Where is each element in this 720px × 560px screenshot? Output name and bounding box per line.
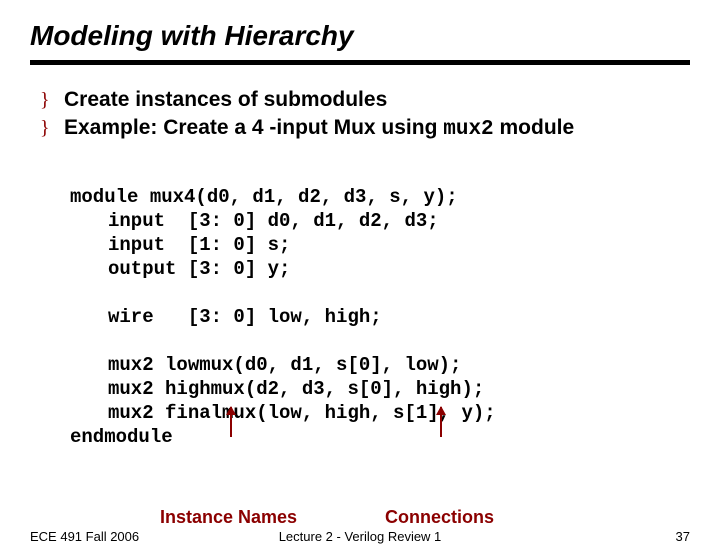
slide-title: Modeling with Hierarchy bbox=[30, 20, 690, 52]
connections-label: Connections bbox=[385, 507, 494, 528]
code-line: wire [3: 0] low, high; bbox=[70, 305, 690, 329]
bullet-icon: } bbox=[40, 87, 64, 113]
code-line: mux2 highmux(d2, d3, s[0], high); bbox=[70, 377, 690, 401]
bullet-text-post: module bbox=[494, 116, 575, 139]
footer-left: ECE 491 Fall 2006 bbox=[30, 529, 139, 544]
code-line: mux2 lowmux(d0, d1, s[0], low); bbox=[70, 353, 690, 377]
bullet-text: Example: Create a 4 -input Mux using mux… bbox=[64, 115, 574, 143]
code-line: input [1: 0] s; bbox=[70, 233, 690, 257]
code-line: module mux4(d0, d1, d2, d3, s, y); bbox=[70, 186, 458, 208]
bullet-text-mono: mux2 bbox=[443, 118, 493, 141]
footer-right: 37 bbox=[676, 529, 690, 544]
slide-footer: ECE 491 Fall 2006 Lecture 2 - Verilog Re… bbox=[30, 529, 690, 544]
code-line: mux2 finalmux(low, high, s[1], y); bbox=[70, 401, 690, 425]
code-line: endmodule bbox=[70, 426, 173, 448]
code-block: module mux4(d0, d1, d2, d3, s, y); input… bbox=[70, 161, 690, 497]
code-line: output [3: 0] y; bbox=[70, 257, 690, 281]
code-line: input [3: 0] d0, d1, d2, d3; bbox=[70, 209, 690, 233]
bullet-text: Create instances of submodules bbox=[64, 87, 387, 113]
bullet-icon: } bbox=[40, 115, 64, 141]
bullet-item: } Example: Create a 4 -input Mux using m… bbox=[40, 115, 690, 143]
bullet-item: } Create instances of submodules bbox=[40, 87, 690, 113]
instance-names-label: Instance Names bbox=[160, 507, 297, 528]
title-rule bbox=[30, 60, 690, 65]
bullet-list: } Create instances of submodules } Examp… bbox=[40, 87, 690, 143]
bullet-text-pre: Example: Create a 4 -input Mux using bbox=[64, 116, 443, 139]
